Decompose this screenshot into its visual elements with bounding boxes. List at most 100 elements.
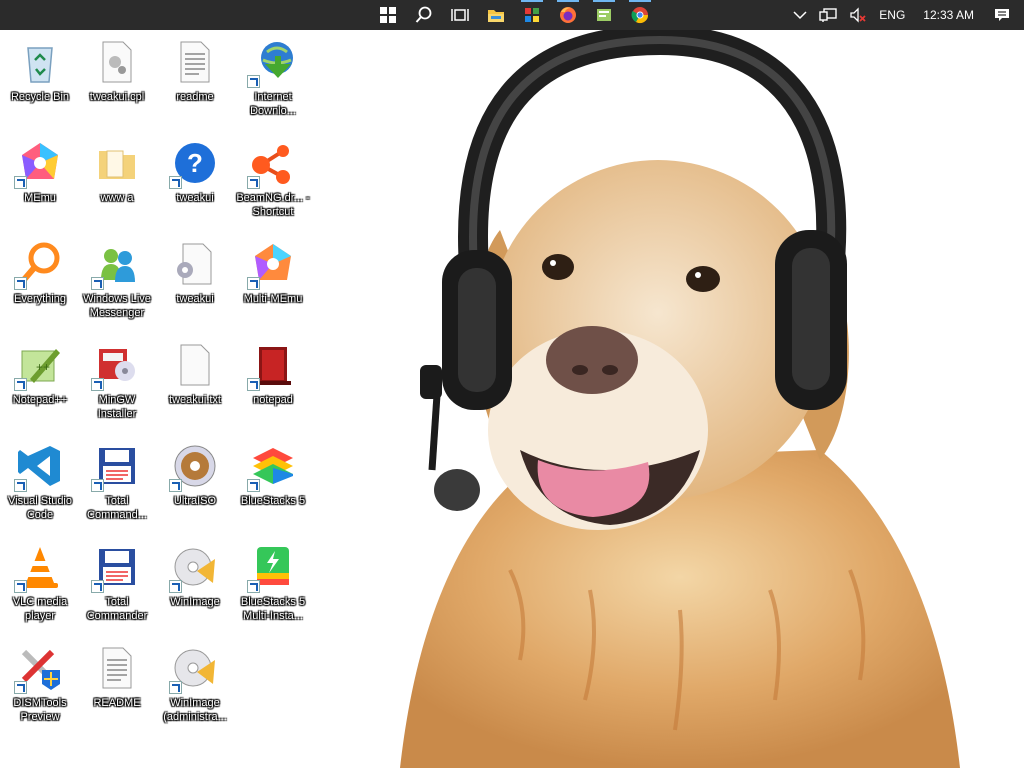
start-button[interactable] [370, 0, 406, 30]
desktop-icon[interactable]: www a [78, 131, 156, 229]
taskbar-app-colorful[interactable] [514, 0, 550, 30]
desktop-icon[interactable]: Everything [1, 232, 79, 330]
file-explorer-button[interactable] [478, 0, 514, 30]
desktop-icon[interactable]: VLC media player [1, 535, 79, 633]
desktop-icon[interactable]: Total Commander [78, 535, 156, 633]
desktop-icon[interactable]: readme [156, 30, 234, 128]
search-icon [415, 6, 432, 23]
desktop-icon-label: readme [176, 91, 214, 103]
shortcut-arrow-icon [247, 277, 260, 290]
action-center-button[interactable] [986, 0, 1024, 30]
task-view-button[interactable] [442, 0, 478, 30]
firefox-icon [560, 7, 576, 23]
shortcut-arrow-icon [247, 479, 260, 492]
show-hidden-icons-button[interactable] [787, 0, 813, 30]
desktop-icon-label: notepad [253, 394, 293, 406]
notepad-icon [247, 341, 297, 391]
desktop-icon-grid: Recycle Bin tweakui.cpl readme Internet Dow… [0, 30, 360, 768]
desktop-icon[interactable]: Total Command... [78, 434, 156, 532]
notepad-plus-icon [597, 9, 611, 21]
desktop-icon-label: Recycle Bin [10, 91, 70, 103]
desktop-icon[interactable]: ? tweakui [156, 131, 234, 229]
desktop-icon-label: www a [100, 192, 134, 204]
desktop-icon-label: Visual Studio Code [7, 495, 72, 521]
desktop-icon[interactable]: UltraISO [156, 434, 234, 532]
desktop-icon[interactable]: WinImage (administra... [156, 636, 234, 734]
desktop-icon[interactable]: BlueStacks 5 Multi-Insta... [234, 535, 312, 633]
notepad-plus-button[interactable] [586, 0, 622, 30]
everything-search-icon [14, 240, 64, 290]
ultraiso-icon [169, 442, 219, 492]
vlc-icon [14, 543, 64, 593]
shortcut-arrow-icon [247, 176, 260, 189]
system-tray: ENG 12:33 AM [787, 0, 1024, 30]
desktop-icon[interactable]: tweakui.cpl [78, 30, 156, 128]
desktop-icon[interactable]: DISMTools Preview [1, 636, 79, 734]
firefox-button[interactable] [550, 0, 586, 30]
shortcut-arrow-icon [169, 681, 182, 694]
shortcut-arrow-icon [91, 479, 104, 492]
shortcut-arrow-icon [14, 681, 27, 694]
desktop-icon[interactable]: Recycle Bin [1, 30, 79, 128]
desktop-icon[interactable]: Visual Studio Code [1, 434, 79, 532]
desktop-icon[interactable]: tweakui.txt [156, 333, 234, 431]
desktop-icon-label: tweakui [176, 192, 214, 204]
internet-download-manager-icon [247, 38, 297, 88]
shortcut-arrow-icon [91, 580, 104, 593]
desktop-icon-label: Total Commander [86, 596, 148, 622]
desktop-icon[interactable]: notepad [234, 333, 312, 431]
desktop-icon[interactable]: MEmu [1, 131, 79, 229]
desktop-icon[interactable]: MinGW Installer [78, 333, 156, 431]
text-file-icon [171, 38, 219, 86]
search-button[interactable] [406, 0, 442, 30]
svg-text:?: ? [187, 148, 203, 178]
volume-button[interactable] [843, 0, 873, 30]
desktop-icon[interactable]: BlueStacks 5 [234, 434, 312, 532]
desktop-icon[interactable]: Internet Downlo... [234, 30, 312, 128]
network-button[interactable] [813, 0, 843, 30]
shortcut-arrow-icon [247, 580, 260, 593]
task-view-icon [451, 9, 469, 21]
desktop-icon-label: Total Command... [87, 495, 147, 521]
windows-logo-icon [380, 7, 396, 23]
network-icon [819, 8, 837, 22]
messenger-icon [91, 240, 141, 290]
shortcut-arrow-icon [14, 176, 27, 189]
language-indicator[interactable]: ENG [873, 0, 911, 30]
dismtools-icon [14, 644, 64, 694]
desktop-icon-label: UltraISO [173, 495, 217, 507]
desktop-icon[interactable]: README [78, 636, 156, 734]
shortcut-arrow-icon [169, 176, 182, 189]
desktop-icon[interactable]: WinImage [156, 535, 234, 633]
shortcut-arrow-icon [91, 277, 104, 290]
vscode-icon [14, 442, 64, 492]
desktop-icon-label: tweakui.txt [169, 394, 221, 406]
taskbar: ENG 12:33 AM [0, 0, 1024, 30]
mingw-installer-icon [91, 341, 141, 391]
desktop-icon-label: BeamNG.dr... - Shortcut [236, 192, 310, 218]
desktop-icon[interactable]: tweakui [156, 232, 234, 330]
settings-file-icon [171, 240, 219, 288]
desktop-icon-label: VLC media player [12, 596, 68, 622]
desktop-icon-label: tweakui [176, 293, 214, 305]
winimage-icon [169, 644, 219, 694]
blank-file-icon [171, 341, 219, 389]
chrome-icon [631, 7, 649, 24]
desktop-icon[interactable]: Windows Live Messenger [78, 232, 156, 330]
desktop-icon[interactable]: BeamNG.dr... - Shortcut [234, 131, 312, 229]
desktop-icon[interactable]: Multi-MEmu [234, 232, 312, 330]
desktop-icon-label: MinGW Installer [97, 394, 137, 420]
desktop-icon[interactable]: ++ Notepad++ [1, 333, 79, 431]
app-icon-colorful [525, 8, 539, 22]
shortcut-arrow-icon [169, 479, 182, 492]
cpl-file-icon [93, 38, 141, 86]
svg-text:++: ++ [36, 360, 50, 374]
chrome-button[interactable] [622, 0, 658, 30]
desktop-icon-label: Internet Downlo... [250, 91, 296, 117]
total-commander-icon [91, 543, 141, 593]
volume-muted-icon [850, 7, 866, 23]
clock[interactable]: 12:33 AM [911, 0, 986, 30]
desktop-icon-label: tweakui.cpl [89, 91, 145, 103]
folder-icon [93, 139, 141, 187]
shortcut-arrow-icon [14, 479, 27, 492]
